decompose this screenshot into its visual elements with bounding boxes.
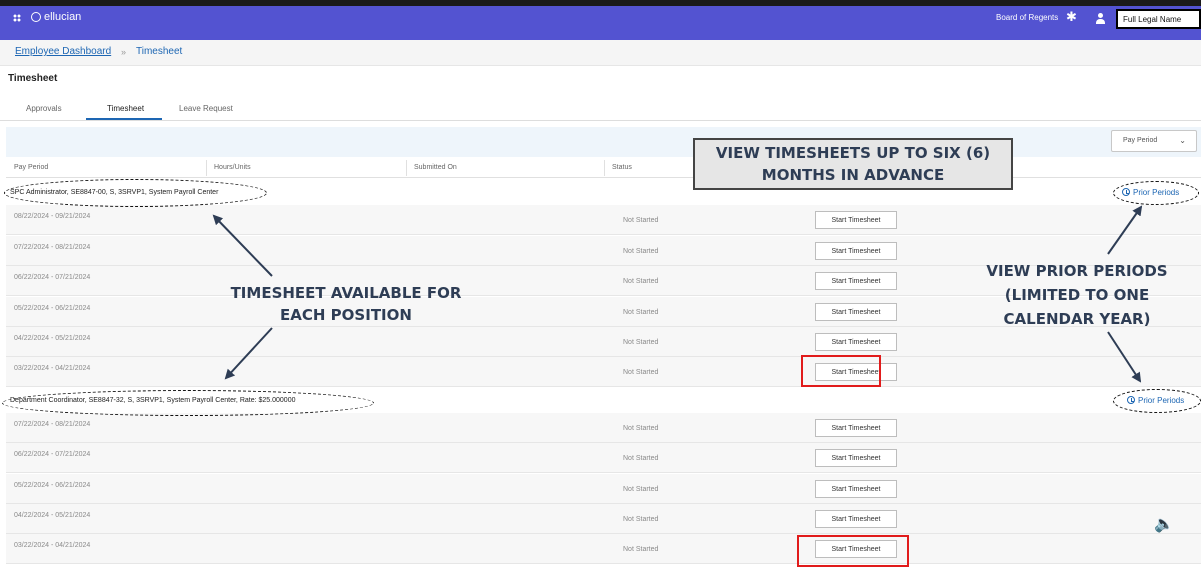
start-timesheet-button[interactable]: Start Timesheet <box>815 333 897 351</box>
status-cell: Not Started <box>623 369 659 376</box>
status-cell: Not Started <box>623 309 659 316</box>
pay-period-cell: 03/22/2024 - 04/21/2024 <box>14 365 91 372</box>
pay-period-cell: 06/22/2024 - 07/21/2024 <box>14 274 91 281</box>
start-timesheet-button[interactable]: Start Timesheet <box>815 272 897 290</box>
pay-period-cell: 07/22/2024 - 08/21/2024 <box>14 244 91 251</box>
tab-leave-request[interactable]: Leave Request <box>179 104 233 113</box>
status-cell: Not Started <box>623 339 659 346</box>
status-cell: Not Started <box>623 278 659 285</box>
pay-period-cell: 03/22/2024 - 04/21/2024 <box>14 542 91 549</box>
pay-period-select[interactable]: Pay Period ⌄ <box>1111 130 1197 152</box>
status-cell: Not Started <box>623 486 659 493</box>
ellucian-logo-icon <box>31 12 41 22</box>
start-timesheet-button[interactable]: Start Timesheet <box>815 419 897 437</box>
header-status: Status <box>612 164 632 171</box>
annotation-prior-line3: CALENDAR YEAR) <box>1003 310 1151 328</box>
position-highlight-ellipse <box>4 179 267 207</box>
pay-period-cell: 04/22/2024 - 05/21/2024 <box>14 512 91 519</box>
speaker-icon: 🔈 <box>1154 516 1174 533</box>
breadcrumb-timesheet[interactable]: Timesheet <box>136 46 182 57</box>
table-row <box>6 357 1201 387</box>
pay-period-cell: 05/22/2024 - 06/21/2024 <box>14 482 91 489</box>
header-divider <box>604 160 605 176</box>
page-title: Timesheet <box>8 73 58 84</box>
header-pay-period: Pay Period <box>14 164 49 171</box>
position-highlight-ellipse <box>2 390 374 416</box>
annotation-position-line2: EACH POSITION <box>280 306 412 324</box>
status-cell: Not Started <box>623 425 659 432</box>
breadcrumb-separator: » <box>121 47 127 57</box>
header-submitted-on: Submitted On <box>414 164 457 171</box>
table-row <box>6 443 1201 473</box>
grid-icon[interactable] <box>13 14 21 22</box>
status-cell: Not Started <box>623 217 659 224</box>
user-icon[interactable] <box>1094 12 1106 24</box>
annotation-prior-line2: (LIMITED TO ONE <box>1004 286 1150 304</box>
table-row <box>6 205 1201 235</box>
start-timesheet-button[interactable]: Start Timesheet <box>815 449 897 467</box>
header-hours-units: Hours/Units <box>214 164 251 171</box>
header-divider <box>206 160 207 176</box>
pay-period-cell: 06/22/2024 - 07/21/2024 <box>14 451 91 458</box>
org-label: Board of Regents <box>996 13 1059 22</box>
chevron-down-icon: ⌄ <box>1179 136 1186 145</box>
status-cell: Not Started <box>623 546 659 553</box>
start-timesheet-button[interactable]: Start Timesheet <box>815 480 897 498</box>
pay-period-cell: 07/22/2024 - 08/21/2024 <box>14 421 91 428</box>
tab-approvals[interactable]: Approvals <box>26 104 62 113</box>
table-row <box>6 534 1201 564</box>
pay-period-select-value: Pay Period <box>1123 137 1158 144</box>
start-timesheet-button[interactable]: Start Timesheet <box>815 242 897 260</box>
annotation-advance-line2: MONTHS IN ADVANCE <box>761 166 945 184</box>
app-logo-text[interactable]: ellucian <box>44 11 81 23</box>
tabs-divider <box>0 120 1201 121</box>
top-bar <box>0 6 1201 40</box>
filter-band <box>6 127 1201 157</box>
pay-period-cell: 04/22/2024 - 05/21/2024 <box>14 335 91 342</box>
annotation-prior-line1: VIEW PRIOR PERIODS <box>986 262 1168 280</box>
user-name-box[interactable]: Full Legal Name <box>1116 9 1201 29</box>
prior-periods-highlight-ellipse <box>1113 181 1199 205</box>
breadcrumb-employee-dashboard[interactable]: Employee Dashboard <box>15 46 111 57</box>
start-timesheet-highlight-box <box>801 355 881 387</box>
status-cell: Not Started <box>623 248 659 255</box>
pay-period-cell: 05/22/2024 - 06/21/2024 <box>14 305 91 312</box>
annotation-position-line1: TIMESHEET AVAILABLE FOR <box>230 284 462 302</box>
status-cell: Not Started <box>623 455 659 462</box>
table-row <box>6 327 1201 357</box>
table-row <box>6 474 1201 504</box>
start-timesheet-button[interactable]: Start Timesheet <box>815 303 897 321</box>
start-timesheet-highlight-box <box>797 535 909 567</box>
pay-period-cell: 08/22/2024 - 09/21/2024 <box>14 213 91 220</box>
header-divider <box>406 160 407 176</box>
annotation-advance-line1: VIEW TIMESHEETS UP TO SIX (6) <box>715 144 991 162</box>
gear-icon[interactable]: ✱ <box>1066 10 1077 23</box>
start-timesheet-button[interactable]: Start Timesheet <box>815 510 897 528</box>
table-row <box>6 504 1201 534</box>
status-cell: Not Started <box>623 516 659 523</box>
prior-periods-highlight-ellipse <box>1113 389 1201 413</box>
start-timesheet-button[interactable]: Start Timesheet <box>815 211 897 229</box>
table-row <box>6 413 1201 443</box>
tab-timesheet[interactable]: Timesheet <box>107 104 144 113</box>
